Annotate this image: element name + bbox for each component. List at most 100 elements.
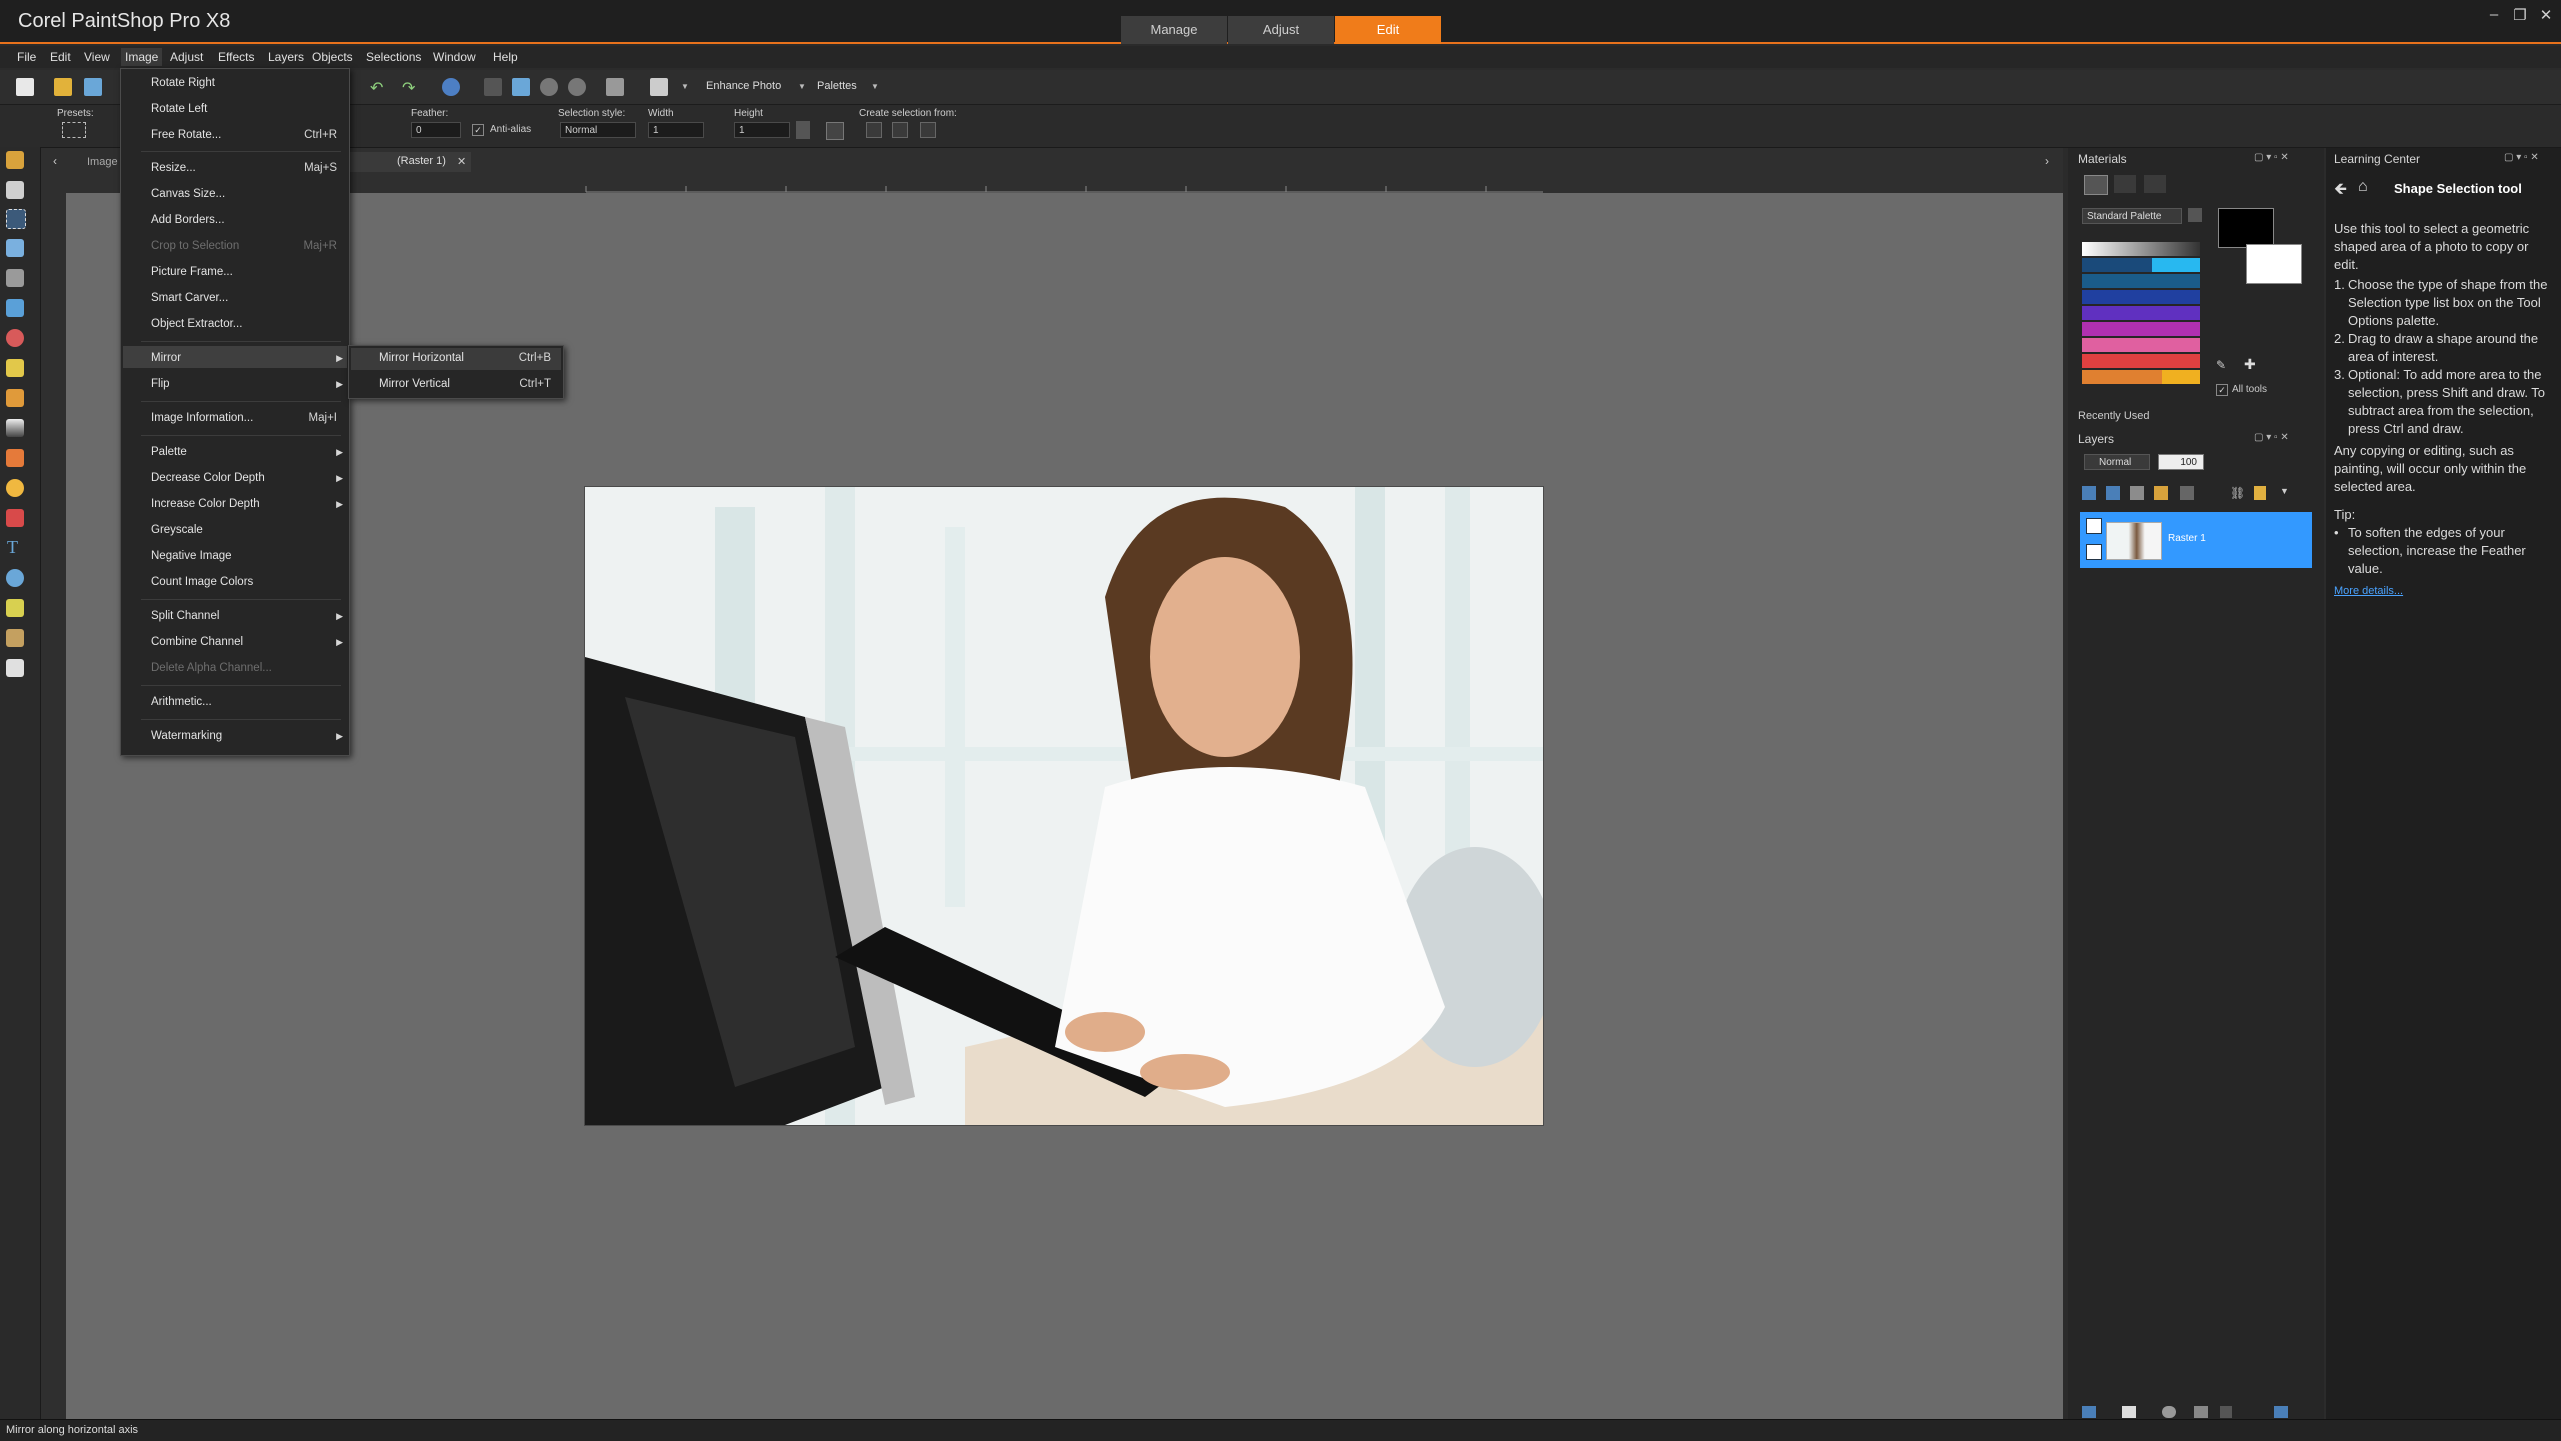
add-icon[interactable]: ✚ [2244, 356, 2256, 373]
chevron-down-icon[interactable]: ▼ [798, 82, 806, 91]
new-art-media-layer-icon[interactable] [2130, 486, 2144, 500]
fill-tool-icon[interactable] [6, 419, 24, 437]
selection-from-merged-icon[interactable] [920, 122, 936, 138]
red-eye-tool-icon[interactable] [6, 329, 24, 347]
menu-item-negative-image[interactable]: Negative Image [151, 550, 232, 562]
delete-layer-icon[interactable] [2220, 1406, 2232, 1418]
new-layer-icon[interactable] [2082, 1406, 2096, 1418]
brush-layer-icon[interactable] [2122, 1406, 2136, 1418]
minimize-icon[interactable]: – [2483, 6, 2505, 26]
save-icon[interactable] [84, 78, 102, 96]
lock-icon[interactable] [2254, 486, 2266, 500]
menu-item-picture-frame[interactable]: Picture Frame... [151, 266, 233, 278]
grid-icon[interactable] [484, 78, 502, 96]
all-tools-checkbox[interactable]: ✓ [2216, 384, 2228, 396]
menu-objects[interactable]: Objects [312, 50, 353, 64]
opacity-input[interactable]: 100 [2158, 454, 2204, 470]
zoom-out-icon[interactable] [540, 78, 558, 96]
menu-item-rotate-right[interactable]: Rotate Right [151, 77, 215, 89]
feather-input[interactable]: 0 [411, 122, 461, 138]
palette-select[interactable]: Standard Palette [2082, 208, 2182, 224]
redo-icon[interactable]: ↷ [402, 78, 415, 98]
menu-item-combine-channel[interactable]: Combine Channel [151, 636, 243, 648]
menu-item-free-rotate[interactable]: Free Rotate... [151, 129, 221, 141]
menu-item-mirror-horizontal[interactable]: Mirror Horizontal [379, 352, 464, 364]
background-color-swatch[interactable] [2246, 244, 2302, 284]
layer-properties-icon[interactable] [2274, 1406, 2288, 1418]
new-vector-layer-icon[interactable] [2106, 486, 2120, 500]
eraser-tool-icon[interactable] [6, 659, 24, 677]
zoom-in-icon[interactable] [568, 78, 586, 96]
menu-item-flip[interactable]: Flip [151, 378, 170, 390]
antialias-checkbox[interactable]: ✓ [472, 124, 484, 136]
new-file-icon[interactable] [16, 78, 34, 96]
panel-controls-icon[interactable]: ▢ ▾ ▫ ✕ [2254, 432, 2289, 443]
rainbow-tab-icon[interactable] [2144, 175, 2166, 193]
new-mask-layer-icon[interactable] [2154, 486, 2168, 500]
foreground-color-swatch[interactable] [2218, 208, 2274, 248]
shape-tool-icon[interactable] [6, 569, 24, 587]
tab-adjust[interactable]: Adjust [1228, 16, 1334, 44]
menu-help[interactable]: Help [493, 50, 518, 64]
palette-options-icon[interactable] [2188, 208, 2202, 222]
paint-brush-icon[interactable] [6, 389, 24, 407]
warp-brush-icon[interactable] [6, 629, 24, 647]
scroll-left-icon[interactable]: ‹ [53, 154, 57, 168]
scroll-right-icon[interactable]: › [2045, 154, 2049, 168]
menu-item-object-extractor[interactable]: Object Extractor... [151, 318, 242, 330]
edit-pen-icon[interactable]: ✎ [2216, 358, 2226, 372]
menu-item-rotate-left[interactable]: Rotate Left [151, 103, 207, 115]
makeover-tool-icon[interactable] [6, 359, 24, 377]
menu-edit[interactable]: Edit [50, 50, 71, 64]
info-icon[interactable] [442, 78, 460, 96]
panel-controls-icon[interactable]: ▢ ▾ ▫ ✕ [2504, 152, 2539, 163]
menu-layers[interactable]: Layers [268, 50, 304, 64]
menu-item-add-borders[interactable]: Add Borders... [151, 214, 225, 226]
layer-row-raster-1[interactable]: Raster 1 [2080, 512, 2312, 568]
menu-item-mirror-vertical[interactable]: Mirror Vertical [379, 378, 450, 390]
custom-selection-icon[interactable] [826, 122, 844, 140]
selection-style-select[interactable]: Normal [560, 122, 636, 138]
menu-item-increase-color-depth[interactable]: Increase Color Depth [151, 498, 260, 510]
menu-item-arithmetic[interactable]: Arithmetic... [151, 696, 212, 708]
chevron-down-icon[interactable]: ▼ [681, 82, 689, 91]
fit-icon[interactable] [512, 78, 530, 96]
presets-dropdown[interactable] [62, 122, 86, 138]
lock-aspect-button[interactable] [796, 121, 810, 139]
new-adjustment-layer-icon[interactable] [2180, 486, 2194, 500]
full-screen-icon[interactable] [606, 78, 624, 96]
tab-manage[interactable]: Manage [1121, 16, 1227, 44]
link-icon[interactable]: ⛓ [2230, 486, 2245, 500]
visibility-toggle-icon[interactable] [2162, 1406, 2176, 1418]
selection-tool-icon[interactable] [6, 209, 26, 229]
pen-draw-tool-icon[interactable] [6, 599, 24, 617]
duplicate-layer-icon[interactable] [2194, 1406, 2208, 1418]
pan-tool-icon[interactable] [6, 151, 24, 169]
home-icon[interactable]: ⌂ [2358, 178, 2368, 196]
menu-item-canvas-size[interactable]: Canvas Size... [151, 188, 225, 200]
restore-icon[interactable]: ❐ [2509, 6, 2531, 26]
menu-image[interactable]: Image [121, 48, 163, 66]
menu-item-smart-carver[interactable]: Smart Carver... [151, 292, 228, 304]
back-arrow-icon[interactable]: 🡸 [2334, 178, 2347, 205]
menu-effects[interactable]: Effects [218, 50, 254, 64]
menu-window[interactable]: Window [433, 50, 476, 64]
text-tool-icon[interactable]: T [7, 537, 18, 558]
crop-tool-icon[interactable] [6, 269, 24, 287]
palettes-button[interactable]: Palettes [817, 80, 857, 92]
pen-tool-icon[interactable] [6, 449, 24, 467]
close-tab-icon[interactable]: ✕ [457, 155, 466, 168]
blend-mode-select[interactable]: Normal [2084, 454, 2150, 470]
open-folder-icon[interactable] [54, 78, 72, 96]
height-input[interactable]: 1 [734, 122, 790, 138]
dodge-tool-icon[interactable] [6, 509, 24, 527]
menu-item-split-channel[interactable]: Split Channel [151, 610, 219, 622]
swatches-tab-icon[interactable] [2084, 175, 2108, 195]
panel-controls-icon[interactable]: ▢ ▾ ▫ ✕ [2254, 152, 2289, 163]
dropper-tool-icon[interactable] [6, 239, 24, 257]
menu-file[interactable]: File [17, 50, 36, 64]
menu-item-count-image-colors[interactable]: Count Image Colors [151, 576, 253, 588]
undo-icon[interactable]: ↶ [370, 78, 383, 98]
layer-lock-icon[interactable] [2086, 544, 2102, 560]
menu-adjust[interactable]: Adjust [170, 50, 203, 64]
